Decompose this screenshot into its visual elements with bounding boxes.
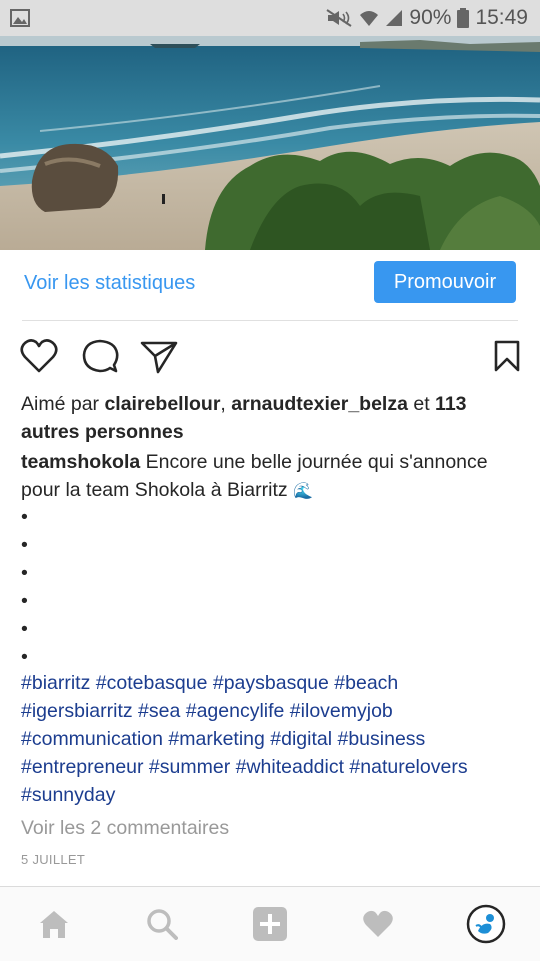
dot: •	[21, 506, 28, 528]
divider	[22, 320, 518, 321]
post-caption: teamshokola Encore une belle journée qui…	[21, 448, 521, 506]
caption-username[interactable]: teamshokola	[21, 451, 140, 473]
bottom-nav	[0, 886, 540, 961]
post-photo[interactable]	[0, 36, 540, 250]
hashtags: #biarritz #cotebasque #paysbasque #beach…	[21, 669, 531, 809]
heart-nav-icon	[363, 910, 393, 937]
hashtag-line[interactable]: #sunnyday	[21, 781, 531, 809]
paper-plane-icon[interactable]	[140, 339, 178, 375]
battery-icon	[457, 8, 470, 28]
post-date: 5 JUILLET	[21, 852, 86, 867]
nav-activity[interactable]	[338, 887, 418, 961]
battery-percent: 90%	[409, 6, 452, 29]
search-icon	[147, 909, 178, 940]
hashtag-line[interactable]: #biarritz #cotebasque #paysbasque #beach	[21, 669, 531, 697]
caption-dots: • • • • • •	[21, 503, 51, 671]
nav-profile[interactable]	[446, 887, 526, 961]
bookmark-icon[interactable]	[494, 340, 520, 372]
home-icon	[40, 911, 68, 938]
hashtag-line[interactable]: #communication #marketing #digital #busi…	[21, 725, 531, 753]
nav-add-post[interactable]	[230, 887, 310, 961]
nav-home[interactable]	[14, 887, 94, 961]
liker-username[interactable]: arnaudtexier_belza	[231, 393, 408, 415]
hashtag-line[interactable]: #entrepreneur #summer #whiteaddict #natu…	[21, 753, 531, 781]
wave-emoji: 🌊	[293, 483, 313, 500]
likes-summary[interactable]: Aimé par clairebellour, arnaudtexier_bel…	[21, 390, 501, 446]
status-bar: 90% 15:49	[0, 0, 540, 36]
signal-icon	[386, 10, 403, 26]
wifi-icon	[360, 11, 379, 26]
likes-count[interactable]: 113	[435, 393, 466, 415]
dot: •	[21, 562, 28, 584]
likes-others[interactable]: autres personnes	[21, 421, 184, 443]
dot: •	[21, 646, 28, 668]
dot: •	[21, 534, 28, 556]
mute-icon	[326, 9, 352, 27]
view-insights-link[interactable]: Voir les statistiques	[24, 272, 195, 295]
view-comments-link[interactable]: Voir les 2 commentaires	[21, 817, 229, 840]
liker-username[interactable]: clairebellour	[104, 393, 220, 415]
clock: 15:49	[475, 6, 528, 29]
dot: •	[21, 590, 28, 612]
comment-icon[interactable]	[81, 338, 119, 374]
heart-icon[interactable]	[20, 338, 58, 374]
nav-search[interactable]	[122, 887, 202, 961]
promote-button[interactable]: Promouvoir	[374, 261, 516, 303]
dot: •	[21, 618, 28, 640]
add-post-icon	[253, 907, 287, 941]
image-icon	[10, 9, 30, 27]
hashtag-line[interactable]: #igersbiarritz #sea #agencylife #ilovemy…	[21, 697, 531, 725]
profile-avatar-icon	[466, 904, 506, 944]
